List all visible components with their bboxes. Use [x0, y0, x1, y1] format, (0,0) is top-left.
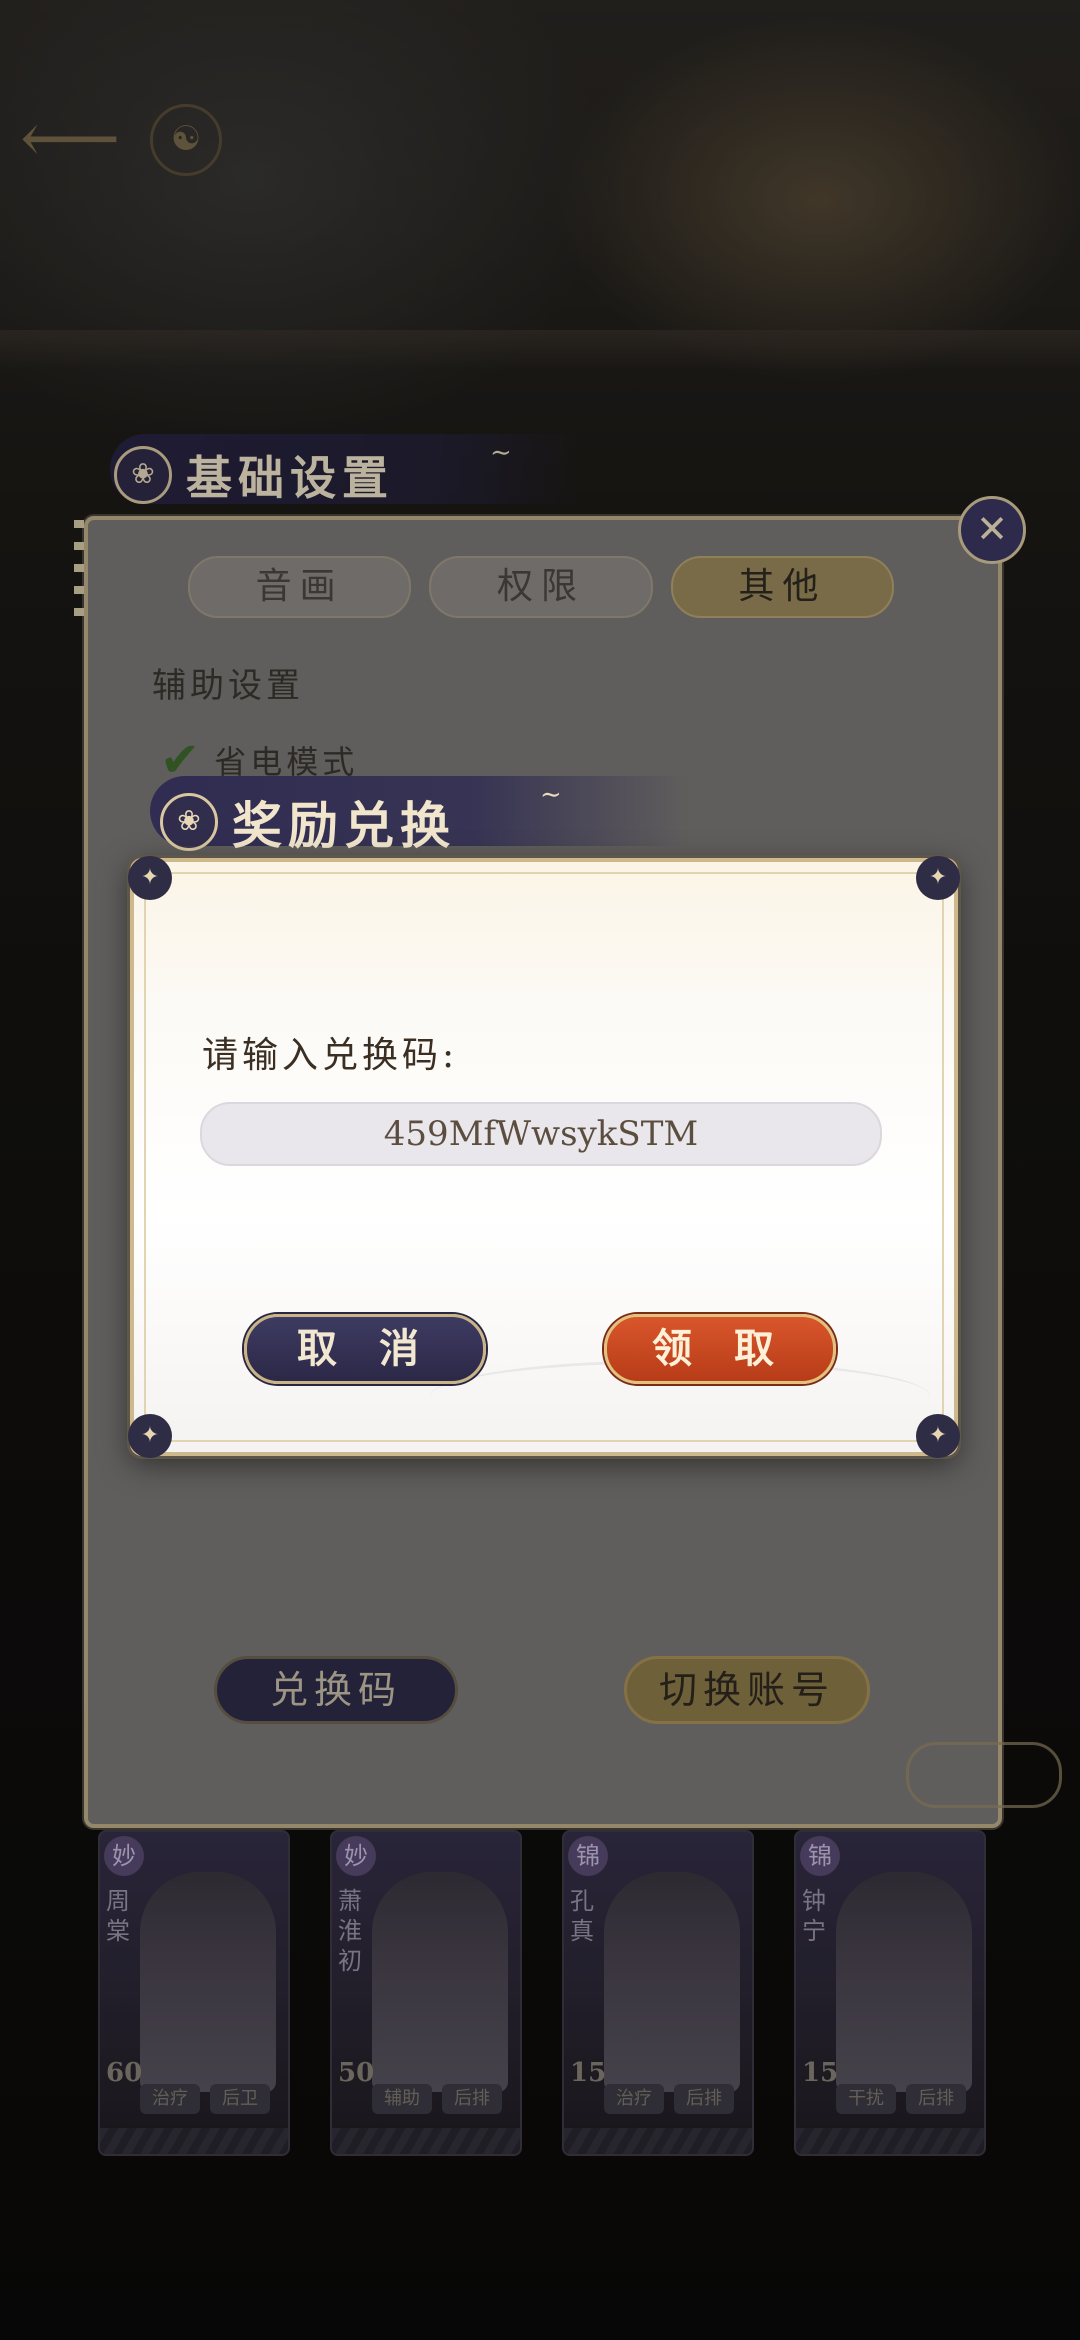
corner-ornament: ✦: [916, 1414, 960, 1458]
redeem-banner: ❀ 奖励兑换: [160, 786, 456, 858]
emblem-icon: ❀: [160, 793, 218, 851]
corner-ornament: ✦: [128, 856, 172, 900]
corner-ornament: ✦: [916, 856, 960, 900]
bird-icon: ∼: [540, 780, 562, 810]
corner-ornament: ✦: [128, 1414, 172, 1458]
redeem-code-input[interactable]: 459MfWwsykSTM: [200, 1102, 882, 1166]
dialog-title: 奖励兑换: [232, 796, 456, 855]
cancel-button[interactable]: 取 消: [244, 1314, 486, 1384]
claim-button[interactable]: 领 取: [604, 1314, 836, 1384]
redeem-prompt: 请输入兑换码:: [202, 1035, 459, 1076]
